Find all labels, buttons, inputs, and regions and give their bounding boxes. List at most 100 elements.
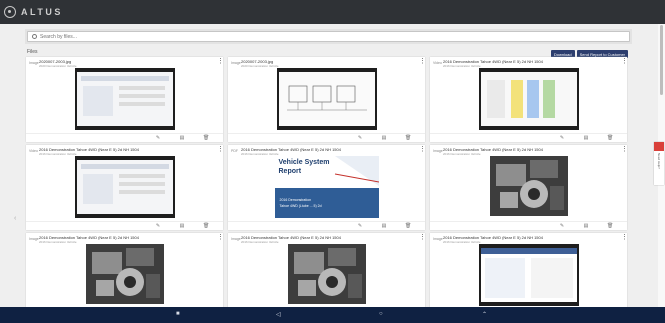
card-thumbnail[interactable] xyxy=(26,156,223,218)
card-thumbnail[interactable] xyxy=(26,244,223,306)
file-type-label: PDF xyxy=(231,148,238,153)
up-icon[interactable]: ⌃ xyxy=(482,311,487,318)
more-options-icon[interactable]: ⋮ xyxy=(621,234,628,241)
file-card[interactable]: Image 2016 Demonstration Tahoe 4WD (Near … xyxy=(26,233,224,307)
engine-photo-image xyxy=(85,244,164,304)
delete-icon[interactable]: 🗑 xyxy=(607,223,613,229)
card-header: Image 2016 Demonstration Tahoe 4WD (Near … xyxy=(430,233,628,244)
screenshot-thumbnail xyxy=(478,244,579,306)
file-type-label: Image xyxy=(231,60,241,65)
edit-icon[interactable]: ✎ xyxy=(357,135,363,141)
screenshot-image xyxy=(76,160,173,214)
search-input[interactable] xyxy=(40,33,629,40)
report-title-line1: Vehicle System xyxy=(278,159,330,166)
report-title-line2: Report xyxy=(278,168,302,175)
card-header: Image 2020007-2003.jpg 2020 Demonstration … xyxy=(26,57,224,68)
card-thumbnail[interactable] xyxy=(228,68,425,130)
file-card[interactable]: Video 2016 Demonstration Tahoe 4WD (Near … xyxy=(430,57,628,142)
screenshot-image xyxy=(480,72,577,126)
file-type-label: Video xyxy=(433,60,442,65)
help-tab[interactable]: Need Help? xyxy=(654,142,664,185)
system-navbar: ■ ◁ ○ ⌃ xyxy=(0,307,665,323)
delete-icon[interactable]: 🗑 xyxy=(405,223,411,229)
delete-icon[interactable]: 🗑 xyxy=(607,135,613,141)
card-thumbnail[interactable] xyxy=(26,68,223,130)
screenshot-image xyxy=(480,248,577,302)
card-thumbnail[interactable] xyxy=(430,68,627,130)
delete-icon[interactable]: 🗑 xyxy=(203,223,209,229)
card-footer: ✎ ▤ 🗑 xyxy=(430,221,627,230)
file-title-block: 2016 Demonstration Tahoe 4WD (Near E 5) … xyxy=(443,59,621,68)
file-meta: 2016 Demonstration Vehicle xyxy=(241,239,279,244)
card-thumbnail[interactable]: Vehicle System Report 2016 Demonstration Ta… xyxy=(228,156,425,218)
edit-icon[interactable]: ✎ xyxy=(357,223,363,229)
file-title-block: 2016 Demonstration Tahoe 4WD (Near E 5) … xyxy=(241,147,419,156)
engine-photo-thumbnail xyxy=(85,244,164,304)
edit-icon[interactable]: ✎ xyxy=(559,223,565,229)
document-icon[interactable]: ▤ xyxy=(583,135,589,141)
recents-icon[interactable]: ○ xyxy=(379,311,383,317)
file-card[interactable]: Image 2016 Demonstration Tahoe 4WD (Near … xyxy=(228,233,426,307)
document-icon[interactable]: ▤ xyxy=(381,223,387,229)
document-icon[interactable]: ▤ xyxy=(381,135,387,141)
file-card[interactable]: Image 2016 Demonstration Tahoe 4WD (Near … xyxy=(430,145,628,230)
more-options-icon[interactable]: ⋮ xyxy=(419,146,426,153)
file-title-block: 2020007-2003.jpg 2020 Demonstration Vehic… xyxy=(241,59,419,68)
file-card[interactable]: PDF 2016 Demonstration Tahoe 4WD (Near E … xyxy=(228,145,426,230)
screenshot-image xyxy=(278,72,375,126)
more-options-icon[interactable]: ⋮ xyxy=(217,146,224,153)
scrollbar-thumb[interactable] xyxy=(660,25,663,95)
card-footer: ✎ ▤ 🗑 xyxy=(228,221,425,230)
card-header: PDF 2016 Demonstration Tahoe 4WD (Near E … xyxy=(228,145,426,156)
delete-icon[interactable]: 🗑 xyxy=(203,135,209,141)
card-header: Image 2016 Demonstration Tahoe 4WD (Near … xyxy=(26,233,224,244)
file-card[interactable]: Image 2016 Demonstration Tahoe 4WD (Near … xyxy=(430,233,628,307)
more-options-icon[interactable]: ⋮ xyxy=(217,234,224,241)
edit-icon[interactable]: ✎ xyxy=(155,223,161,229)
more-options-icon[interactable]: ⋮ xyxy=(621,58,628,65)
file-title-block: 2016 Demonstration Tahoe 4WD (Near E 5) … xyxy=(443,235,621,244)
file-card[interactable]: Image 2020007-2003.jpg 2020 Demonstration … xyxy=(228,57,426,142)
more-options-icon[interactable]: ⋮ xyxy=(621,146,628,153)
engine-photo-image xyxy=(287,244,366,304)
screenshot-thumbnail xyxy=(74,68,175,130)
delete-icon[interactable]: 🗑 xyxy=(405,135,411,141)
logo-icon xyxy=(4,6,16,18)
card-footer: ✎ ▤ 🗑 xyxy=(26,221,223,230)
file-meta: 2020 Demonstration Vehicle xyxy=(241,63,279,68)
file-type-label: Image xyxy=(433,236,443,241)
card-thumbnail[interactable] xyxy=(430,156,627,218)
file-meta: 2016 Demonstration Vehicle xyxy=(39,151,77,156)
engine-photo-thumbnail xyxy=(489,156,568,216)
more-options-icon[interactable]: ⋮ xyxy=(217,58,224,65)
more-options-icon[interactable]: ⋮ xyxy=(419,234,426,241)
file-title-block: 2020007-2003.jpg 2020 Demonstration Vehic… xyxy=(39,59,217,68)
document-icon[interactable]: ▤ xyxy=(583,223,589,229)
file-meta: 2016 Demonstration Vehicle xyxy=(443,151,481,156)
document-icon[interactable]: ▤ xyxy=(179,223,185,229)
document-icon[interactable]: ▤ xyxy=(179,135,185,141)
card-footer: ✎ ▤ 🗑 xyxy=(228,133,425,142)
edit-icon[interactable]: ✎ xyxy=(559,135,565,141)
card-thumbnail[interactable] xyxy=(228,244,425,306)
card-header: Image 2016 Demonstration Tahoe 4WD (Near … xyxy=(430,145,628,156)
files-heading: Files xyxy=(27,49,38,55)
home-icon[interactable]: ■ xyxy=(176,311,180,317)
card-header: Video 2016 Demonstration Tahoe 4WD (Near … xyxy=(430,57,628,68)
edit-icon[interactable]: ✎ xyxy=(155,135,161,141)
file-title-block: 2016 Demonstration Tahoe 4WD (Near E 5) … xyxy=(39,147,217,156)
file-type-label: Video xyxy=(29,148,38,153)
file-card[interactable]: Video 2016 Demonstration Tahoe 4WD (Near … xyxy=(26,145,224,230)
file-type-label: Image xyxy=(29,236,39,241)
card-header: Image 2020007-2003.jpg 2020 Demonstration … xyxy=(228,57,426,68)
file-type-label: Image xyxy=(29,60,39,65)
card-thumbnail[interactable] xyxy=(430,244,627,306)
scroll-left-icon[interactable]: ‹ xyxy=(14,215,16,222)
file-card[interactable]: Image 2020007-2003.jpg 2020 Demonstration … xyxy=(26,57,224,142)
file-gallery: Files Download Send Report to Customer I… xyxy=(0,24,658,307)
file-meta: 2016 Demonstration Vehicle xyxy=(443,239,481,244)
back-icon[interactable]: ◁ xyxy=(276,311,281,318)
search-bar xyxy=(25,29,632,44)
report-thumbnail: Vehicle System Report 2016 Demonstration Ta… xyxy=(274,156,379,218)
more-options-icon[interactable]: ⋮ xyxy=(419,58,426,65)
